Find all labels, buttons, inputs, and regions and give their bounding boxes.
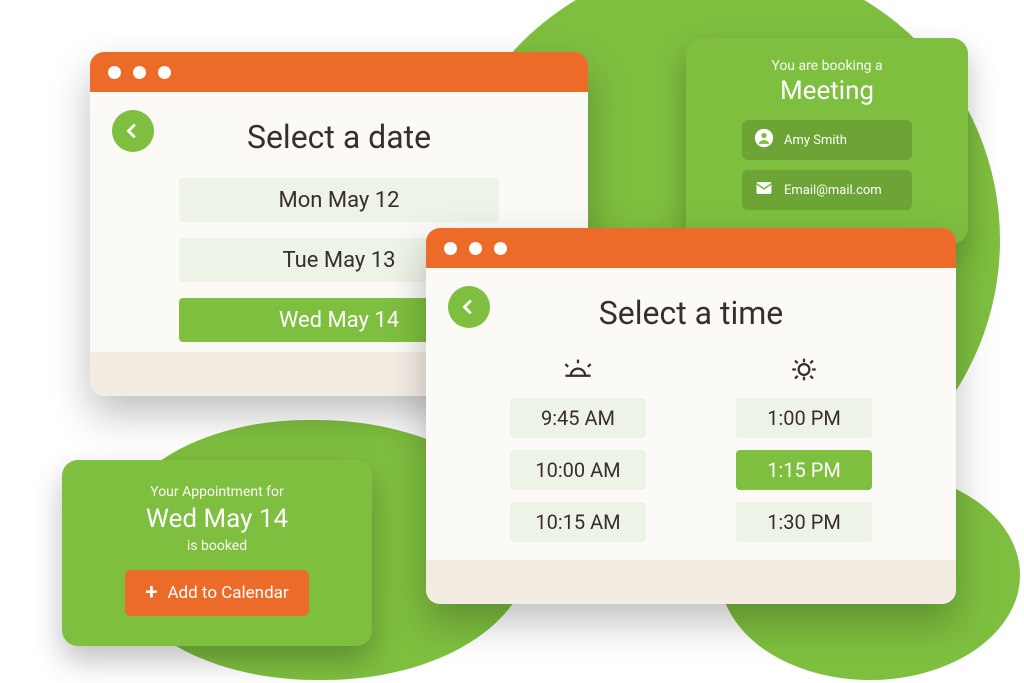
booking-user-name-chip[interactable]: Amy Smith	[742, 120, 912, 160]
add-to-calendar-label: Add to Calendar	[167, 583, 288, 603]
booking-summary-card: You are booking a Meeting Amy Smith Emai…	[686, 38, 968, 244]
booking-user-email: Email@mail.com	[784, 183, 882, 198]
arrow-left-icon	[458, 296, 480, 318]
sun-icon	[786, 354, 822, 384]
time-slot[interactable]: 1:00 PM	[736, 398, 872, 438]
booking-user-email-chip[interactable]: Email@mail.com	[742, 170, 912, 210]
sunrise-icon	[560, 354, 596, 384]
add-to-calendar-button[interactable]: + Add to Calendar	[125, 570, 308, 616]
time-slot[interactable]: 9:45 AM	[510, 398, 646, 438]
window-footer	[426, 560, 956, 604]
booking-subtitle: You are booking a	[686, 58, 968, 74]
date-window-title: Select a date	[130, 118, 548, 156]
arrow-left-icon	[122, 120, 144, 142]
confirmation-subtitle: Your Appointment for	[62, 484, 372, 500]
time-slot[interactable]: 1:30 PM	[736, 502, 872, 542]
traffic-light-icon	[494, 242, 507, 255]
time-window-title: Select a time	[466, 294, 916, 332]
window-titlebar	[90, 52, 588, 92]
time-picker-window: Select a time 9:45 AM 10:00 AM 10:15 AM …	[426, 228, 956, 604]
time-slot-selected[interactable]: 1:15 PM	[736, 450, 872, 490]
window-titlebar	[426, 228, 956, 268]
time-slot[interactable]: 10:15 AM	[510, 502, 646, 542]
traffic-light-icon	[158, 66, 171, 79]
back-button[interactable]	[112, 110, 154, 152]
confirmation-date: Wed May 14	[62, 504, 372, 534]
mail-icon	[754, 178, 774, 202]
confirmation-booked-text: is booked	[62, 538, 372, 554]
booking-type: Meeting	[686, 76, 968, 106]
plus-icon: +	[145, 582, 157, 604]
traffic-light-icon	[133, 66, 146, 79]
date-option[interactable]: Mon May 12	[179, 178, 499, 222]
afternoon-column: 1:00 PM 1:15 PM 1:30 PM	[736, 354, 872, 542]
time-slot[interactable]: 10:00 AM	[510, 450, 646, 490]
morning-column: 9:45 AM 10:00 AM 10:15 AM	[510, 354, 646, 542]
booking-user-name: Amy Smith	[784, 133, 847, 148]
user-icon	[754, 128, 774, 152]
confirmation-card: Your Appointment for Wed May 14 is booke…	[62, 460, 372, 646]
back-button[interactable]	[448, 286, 490, 328]
traffic-light-icon	[444, 242, 457, 255]
traffic-light-icon	[469, 242, 482, 255]
traffic-light-icon	[108, 66, 121, 79]
